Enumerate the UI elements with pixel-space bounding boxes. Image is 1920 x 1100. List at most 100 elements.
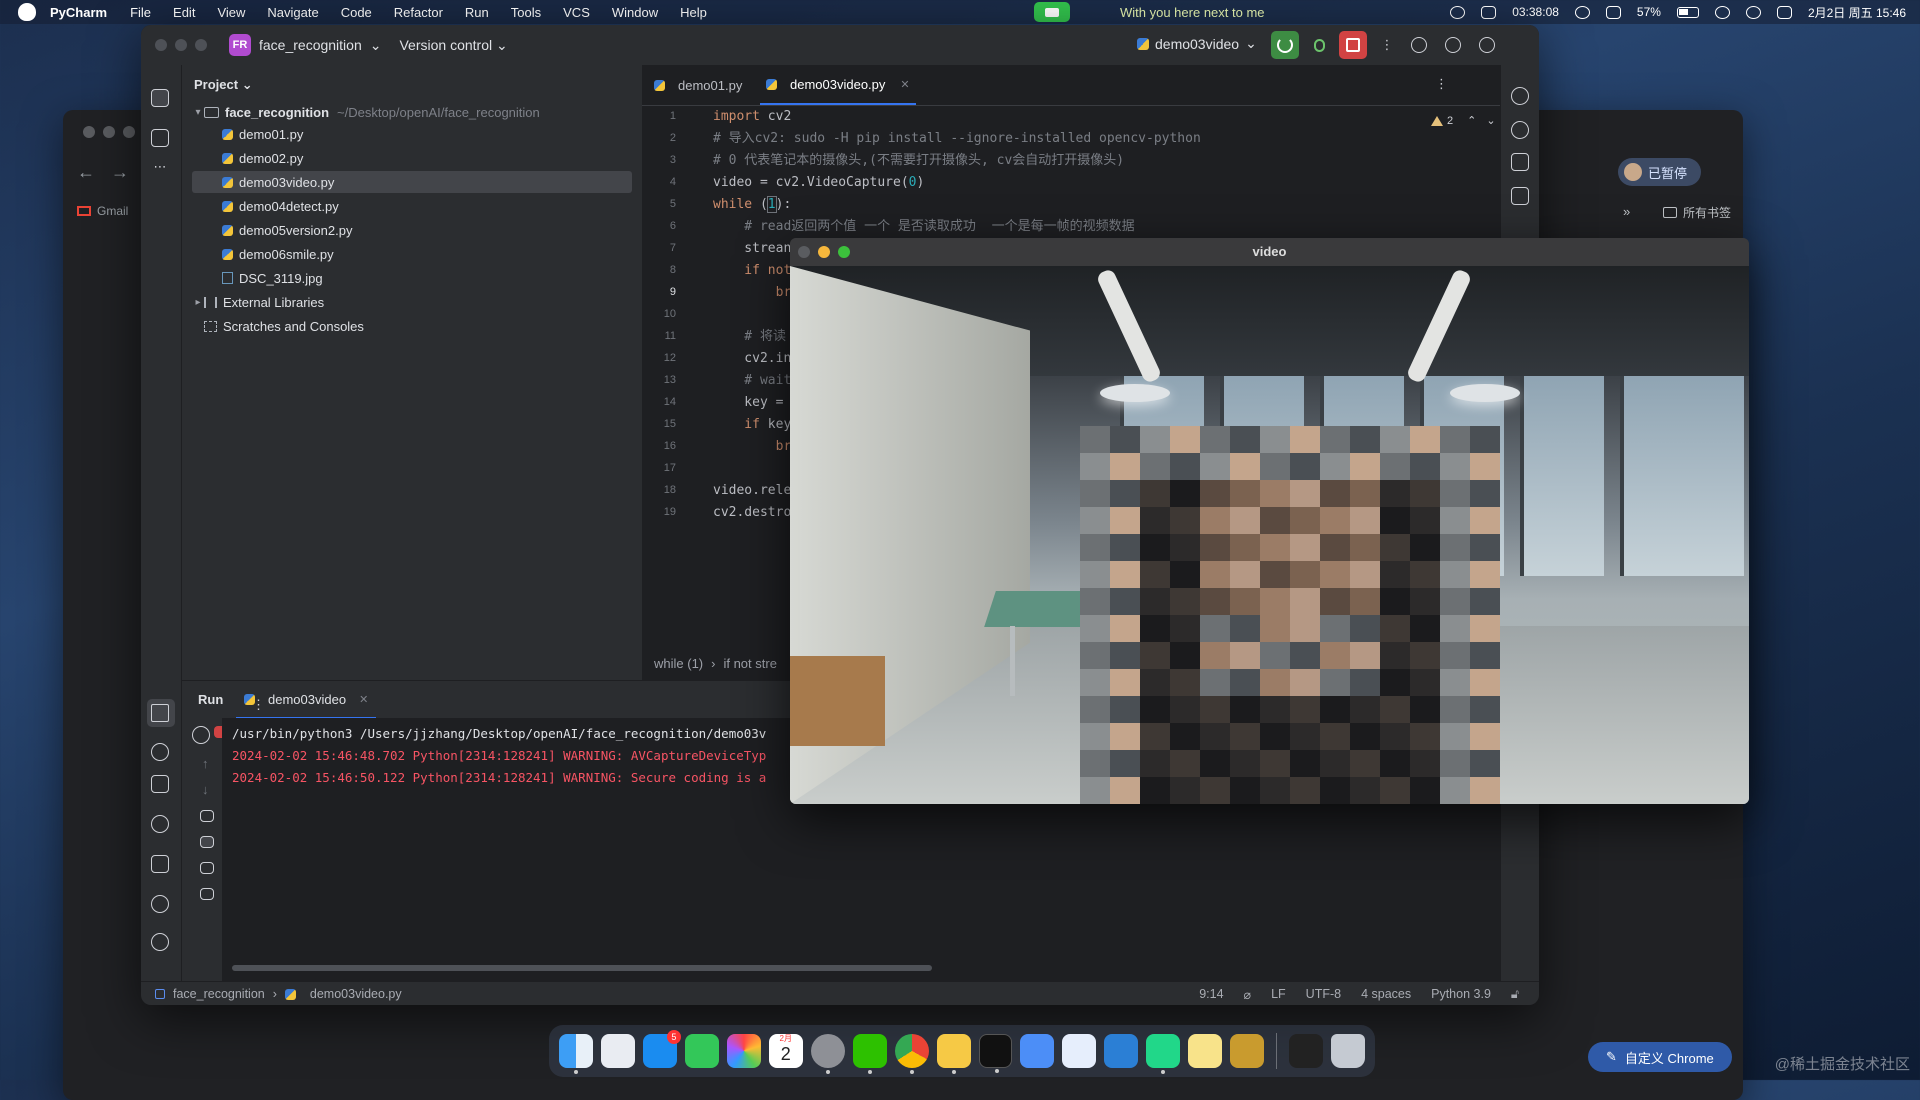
line-separator[interactable]: LF bbox=[1271, 987, 1286, 1001]
stop-button[interactable] bbox=[1339, 31, 1367, 59]
python-interpreter[interactable]: Python 3.9 bbox=[1431, 987, 1491, 1001]
status-crumb-file[interactable]: demo03video.py bbox=[310, 987, 402, 1001]
ai-assistant-icon[interactable] bbox=[1511, 121, 1529, 139]
timer-readout[interactable]: 03:38:08 bbox=[1512, 5, 1559, 19]
database-icon[interactable] bbox=[1511, 153, 1529, 171]
input-method-icon[interactable] bbox=[1605, 5, 1621, 19]
tree-scratches[interactable]: Scratches and Consoles bbox=[192, 315, 632, 337]
more-tools-icon[interactable]: ⋯ bbox=[151, 160, 169, 179]
menu-run[interactable]: Run bbox=[454, 5, 500, 20]
scroll-to-end-icon[interactable] bbox=[200, 836, 214, 848]
zoom-button[interactable] bbox=[195, 39, 207, 51]
tree-file[interactable]: demo01.py bbox=[192, 123, 632, 145]
all-bookmarks-button[interactable]: 所有书签 bbox=[1663, 204, 1731, 221]
wifi-icon[interactable] bbox=[1714, 5, 1730, 19]
search-icon[interactable] bbox=[1445, 37, 1461, 53]
more-icon[interactable]: ⋮ bbox=[252, 698, 265, 713]
dock-photos-icon[interactable] bbox=[726, 1034, 761, 1068]
menu-tools[interactable]: Tools bbox=[500, 5, 552, 20]
dock-chrome-icon[interactable] bbox=[894, 1034, 929, 1074]
bookmarks-overflow-icon[interactable]: » bbox=[1623, 204, 1630, 219]
console-horizontal-scrollbar[interactable] bbox=[232, 965, 932, 971]
dock-terminal-icon[interactable] bbox=[978, 1034, 1013, 1073]
dock-app-store-icon[interactable]: 5 bbox=[642, 1030, 681, 1068]
rerun-icon[interactable] bbox=[192, 726, 210, 744]
status-crumb-project[interactable]: face_recognition bbox=[173, 987, 265, 1001]
menu-help[interactable]: Help bbox=[669, 5, 718, 20]
tab-demo01[interactable]: demo01.py bbox=[654, 65, 742, 105]
tree-file[interactable]: demo06smile.py bbox=[192, 243, 632, 265]
tree-file[interactable]: demo04detect.py bbox=[192, 195, 632, 217]
customize-chrome-button[interactable]: ✎ 自定义 Chrome bbox=[1588, 1042, 1732, 1072]
dock-calendar-icon[interactable]: 2月 2 bbox=[768, 1034, 803, 1068]
bookmark-gmail[interactable]: Gmail bbox=[77, 204, 128, 218]
close-icon[interactable]: ✕ bbox=[359, 693, 368, 706]
dock-app-store-dev-icon[interactable] bbox=[1062, 1034, 1097, 1068]
tree-file[interactable]: demo02.py bbox=[192, 147, 632, 169]
project-folder-icon[interactable] bbox=[151, 89, 169, 107]
tab-demo03video[interactable]: demo03video.py ✕ bbox=[760, 65, 916, 105]
rerun-button[interactable] bbox=[1271, 31, 1299, 59]
no-inspections-icon[interactable]: ⌀ bbox=[1244, 987, 1252, 1002]
dock-notes-app-icon[interactable] bbox=[936, 1034, 971, 1074]
back-arrow-icon[interactable]: ← bbox=[77, 162, 95, 183]
tree-file-selected[interactable]: demo03video.py bbox=[192, 171, 632, 193]
dock-notes-icon[interactable] bbox=[1188, 1034, 1223, 1068]
chrome-close-button[interactable] bbox=[83, 126, 95, 138]
profile-paused-button[interactable]: 已暂停 bbox=[1618, 158, 1702, 186]
print-icon[interactable] bbox=[200, 862, 214, 874]
battery-icon[interactable] bbox=[1676, 6, 1699, 18]
tree-file[interactable]: demo05version2.py bbox=[192, 219, 632, 241]
menu-window[interactable]: Window bbox=[601, 5, 669, 20]
apple-logo-icon[interactable] bbox=[18, 3, 36, 21]
project-pane-header[interactable]: Project ⌄ bbox=[194, 77, 253, 93]
facetime-camera-icon[interactable] bbox=[1034, 2, 1070, 22]
close-icon[interactable]: ✕ bbox=[900, 78, 909, 91]
dock-trash-icon[interactable] bbox=[1331, 1034, 1366, 1068]
tree-root[interactable]: ▾ face_recognition ~/Desktop/openAI/face… bbox=[192, 101, 632, 123]
wechat-menubar-icon[interactable] bbox=[1481, 5, 1497, 19]
sciview-icon[interactable] bbox=[1511, 187, 1529, 205]
terminal-icon[interactable] bbox=[151, 855, 169, 873]
dock-messages-icon[interactable] bbox=[684, 1034, 719, 1068]
dock-system-settings-icon[interactable] bbox=[810, 1034, 845, 1074]
version-control-menu[interactable]: Version control ⌄ bbox=[399, 37, 507, 54]
git-branch-icon[interactable] bbox=[151, 933, 169, 951]
dock-screenshot-stack-icon[interactable] bbox=[1289, 1034, 1324, 1068]
play-icon[interactable] bbox=[1574, 5, 1590, 19]
chevron-right-icon[interactable]: ▸ bbox=[192, 297, 204, 308]
scroll-up-icon[interactable]: ↑ bbox=[202, 756, 209, 771]
video-minimize-button[interactable] bbox=[818, 246, 830, 258]
chrome-minimize-button[interactable] bbox=[103, 126, 115, 138]
services-icon[interactable] bbox=[151, 815, 169, 833]
clock-datetime[interactable]: 2月2日 周五 15:46 bbox=[1808, 4, 1906, 21]
breadcrumb-item[interactable]: if not stre bbox=[723, 656, 776, 671]
file-encoding[interactable]: UTF-8 bbox=[1306, 987, 1341, 1001]
forward-arrow-icon[interactable]: → bbox=[111, 162, 129, 183]
spotlight-search-icon[interactable] bbox=[1745, 5, 1761, 19]
tab-more-icon[interactable]: ⋮ bbox=[1435, 76, 1448, 92]
trash-icon[interactable] bbox=[200, 888, 214, 900]
python-console-icon[interactable] bbox=[151, 743, 169, 761]
accessibility-icon[interactable] bbox=[1450, 5, 1466, 19]
debug-button[interactable] bbox=[1305, 31, 1333, 59]
dock-xcode-icon[interactable] bbox=[1020, 1034, 1055, 1068]
video-zoom-button[interactable] bbox=[838, 246, 850, 258]
layers-icon[interactable] bbox=[151, 775, 169, 793]
lock-icon[interactable]: 🔓︎ bbox=[1511, 987, 1519, 1002]
run-config-selector[interactable]: demo03video ⌄ bbox=[1137, 35, 1257, 52]
menu-code[interactable]: Code bbox=[330, 5, 383, 20]
caret-position[interactable]: 9:14 bbox=[1199, 987, 1223, 1001]
run-play-icon[interactable] bbox=[151, 704, 169, 722]
add-user-icon[interactable] bbox=[1411, 37, 1427, 53]
scroll-down-icon[interactable]: ↓ bbox=[202, 782, 209, 797]
video-close-button[interactable] bbox=[798, 246, 810, 258]
breadcrumb-item[interactable]: while (1) bbox=[654, 656, 703, 671]
menu-refactor[interactable]: Refactor bbox=[383, 5, 454, 20]
indent-setting[interactable]: 4 spaces bbox=[1361, 987, 1411, 1001]
now-playing-text[interactable]: With you here next to me bbox=[1120, 5, 1265, 20]
dock-wechat-icon[interactable] bbox=[852, 1034, 887, 1074]
chrome-zoom-button[interactable] bbox=[123, 126, 135, 138]
menu-view[interactable]: View bbox=[206, 5, 256, 20]
dock-pycharm-icon[interactable] bbox=[1146, 1034, 1181, 1074]
